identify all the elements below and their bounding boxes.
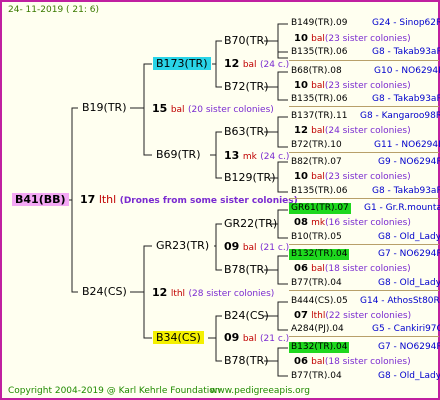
- gen2-4-mating: 09 bal (21 c.): [224, 331, 290, 344]
- gen4-ancestor-top[interactable]: B132(TR).04: [289, 249, 350, 260]
- gen4-ancestor-top[interactable]: B132(TR).04: [289, 342, 350, 353]
- gen3-queen-8[interactable]: B78(TR): [224, 355, 269, 366]
- row-divider: [289, 244, 439, 245]
- footer-site-link[interactable]: www.pedigreeapis.org: [210, 387, 310, 396]
- gen4-ancestor-bottom[interactable]: B77(TR).04: [291, 279, 342, 288]
- gen3-queen-2[interactable]: B72(TR): [224, 81, 269, 92]
- gen4-ancestor-bottom[interactable]: B77(TR).04: [291, 372, 342, 381]
- gen4-ancestor-bottom[interactable]: B10(TR).05: [291, 233, 342, 242]
- gen4-mating: 07 lthl(22 sister colonies): [294, 310, 412, 321]
- gen4-ancestor-id: G8 - Old_Lady: [378, 278, 440, 288]
- gen3-queen-3[interactable]: B63(TR): [224, 126, 269, 137]
- gen4-ancestor-id: G10 - NO6294R: [374, 66, 440, 76]
- gen4-ancestor-id: G8 - Old_Lady: [378, 371, 440, 381]
- root-mating-info: 17 lthl (Drones from some sister colonie…: [80, 194, 298, 206]
- gen4-mating: 06 bal(18 sister colonies): [294, 356, 411, 367]
- gen3-queen-5[interactable]: GR22(TR): [224, 218, 277, 229]
- gen4-ancestor-bottom[interactable]: B135(TR).06: [291, 187, 347, 196]
- root-drone-count: 17: [80, 193, 96, 206]
- gen4-ancestor-id: G8 - Takab93aR: [372, 186, 440, 196]
- gen4-ancestor-top[interactable]: B68(TR).08: [291, 67, 342, 76]
- gen4-mating: 10 bal(23 sister colonies): [294, 80, 411, 91]
- gen3-queen-7[interactable]: B24(CS): [224, 310, 269, 321]
- gen4-ancestor-top[interactable]: GR61(TR).07: [289, 203, 351, 214]
- gen4-mating: 06 bal(18 sister colonies): [294, 263, 411, 274]
- gen1-top-mating: 15 bal (20 sister colonies): [152, 102, 274, 115]
- gen4-ancestor-id: G5 - Cankiri97Q: [372, 324, 440, 334]
- gen4-ancestor-id: G24 - Sinop62R: [372, 18, 440, 28]
- gen4-ancestor-id: G7 - NO6294R: [378, 342, 440, 352]
- gen4-ancestor-id: G7 - NO6294R: [378, 249, 440, 259]
- gen2-queen-3[interactable]: GR23(TR): [156, 240, 209, 251]
- gen4-ancestor-id: G8 - Kangaroo98R: [360, 111, 440, 121]
- gen4-mating: 10 bal(23 sister colonies): [294, 33, 411, 44]
- gen2-3-mating: 09 bal (21 c.): [224, 240, 290, 253]
- gen2-queen-4[interactable]: B34(CS): [153, 331, 204, 344]
- generation-date: 24- 11-2019 ( 21: 6): [8, 5, 99, 15]
- row-divider: [289, 106, 439, 107]
- gen1-queen-top[interactable]: B19(TR): [82, 102, 127, 113]
- gen4-ancestor-id: G8 - Takab93aR: [372, 94, 440, 104]
- gen3-queen-1[interactable]: B70(TR): [224, 35, 269, 46]
- root-drone-note: (Drones from some sister colonies): [119, 196, 298, 206]
- gen4-ancestor-top[interactable]: B149(TR).09: [291, 19, 347, 28]
- gen4-ancestor-bottom[interactable]: A284(PJ).04: [291, 325, 344, 334]
- row-divider: [289, 198, 439, 199]
- gen4-ancestor-id: G8 - Old_Lady: [378, 232, 440, 242]
- gen3-queen-6[interactable]: B78(TR): [224, 264, 269, 275]
- gen2-1-mating: 12 bal (24 c.): [224, 57, 290, 70]
- gen4-ancestor-id: G11 - NO6294R: [374, 140, 440, 150]
- root-queen[interactable]: B41(BB): [12, 193, 69, 206]
- gen4-ancestor-id: G9 - NO6294R: [378, 157, 440, 167]
- root-drone-code: lthl: [98, 193, 117, 206]
- gen1-queen-bottom[interactable]: B24(CS): [82, 286, 127, 297]
- gen2-2-mating: 13 mk (24 c.): [224, 149, 290, 162]
- gen4-ancestor-bottom[interactable]: B72(TR).10: [291, 141, 342, 150]
- pedigree-frame: 24- 11-2019 ( 21: 6) B41(BB) 17 lthl (Dr…: [0, 0, 440, 400]
- gen3-queen-4[interactable]: B129(TR): [224, 172, 276, 183]
- gen4-ancestor-id: G1 - Gr.R.mounta: [364, 203, 440, 213]
- gen4-ancestor-top[interactable]: B137(TR).11: [291, 112, 347, 121]
- gen4-ancestor-bottom[interactable]: B135(TR).06: [291, 48, 347, 57]
- gen2-queen-2[interactable]: B69(TR): [156, 149, 201, 160]
- gen4-mating: 12 bal(24 sister colonies): [294, 125, 411, 136]
- gen4-ancestor-id: G14 - AthosSt80R: [360, 296, 440, 306]
- footer-copyright: Copyright 2004-2019 @ Karl Kehrle Founda…: [8, 386, 221, 396]
- gen4-mating: 10 bal(23 sister colonies): [294, 171, 411, 182]
- gen4-ancestor-id: G8 - Takab93aR: [372, 47, 440, 57]
- row-divider: [289, 336, 439, 337]
- gen4-ancestor-bottom[interactable]: B135(TR).06: [291, 95, 347, 104]
- row-divider: [289, 152, 439, 153]
- gen4-ancestor-top[interactable]: B82(TR).07: [291, 158, 342, 167]
- gen2-queen-1[interactable]: B173(TR): [153, 57, 211, 70]
- gen4-mating: 08 mk(16 sister colonies): [294, 217, 411, 228]
- row-divider: [289, 60, 439, 61]
- row-divider: [289, 290, 439, 291]
- gen4-ancestor-top[interactable]: B444(CS).05: [291, 297, 348, 306]
- gen1-bottom-mating: 12 lthl (28 sister colonies): [152, 286, 275, 299]
